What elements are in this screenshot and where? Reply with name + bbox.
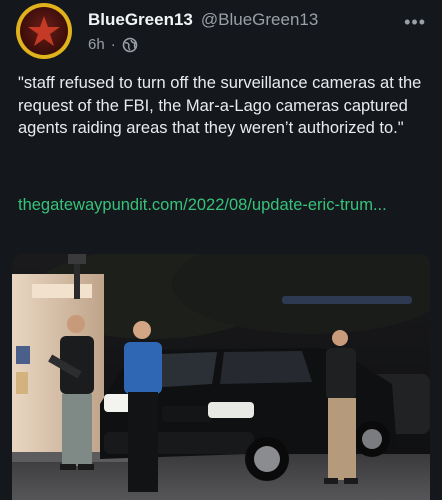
star-icon	[28, 16, 60, 46]
avatar-image	[20, 7, 68, 55]
avatar[interactable]	[16, 3, 72, 59]
display-name[interactable]: BlueGreen13	[88, 10, 193, 30]
raid-photo	[12, 254, 430, 500]
post-header: BlueGreen13 @BlueGreen13 6h · •••	[88, 10, 426, 56]
post-link[interactable]: thegatewaypundit.com/2022/08/update-eric…	[18, 194, 418, 217]
meta-separator: ·	[110, 36, 116, 53]
post-card: BlueGreen13 @BlueGreen13 6h · ••• "staff…	[0, 0, 442, 500]
post-image[interactable]	[12, 254, 430, 500]
user-handle[interactable]: @BlueGreen13	[201, 10, 318, 30]
more-dots-icon[interactable]: •••	[404, 12, 426, 33]
post-time[interactable]: 6h	[88, 36, 105, 53]
post-text: "staff refused to turn off the surveilla…	[18, 74, 422, 137]
globe-icon	[122, 37, 137, 52]
